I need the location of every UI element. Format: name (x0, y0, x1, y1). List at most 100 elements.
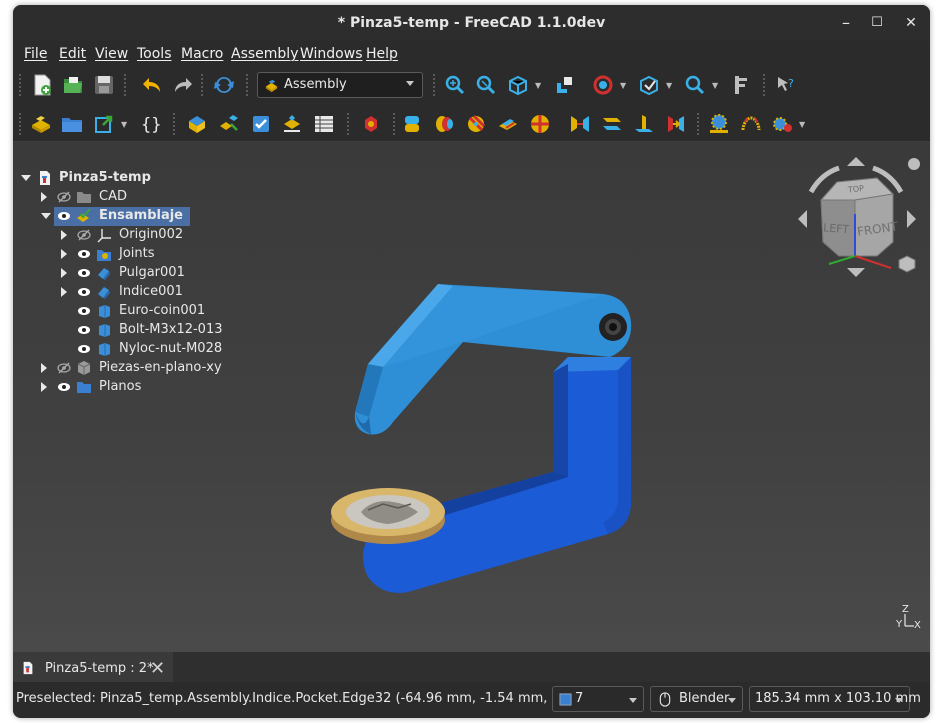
view-menu-cube-icon[interactable] (898, 255, 916, 273)
distance-joint-icon[interactable] (568, 112, 592, 136)
visibility-visible-icon[interactable] (77, 267, 91, 279)
dimensions-dropdown[interactable]: 185.34 mm x 103.10 mm (749, 686, 921, 712)
tree-item-pulgar[interactable]: Pulgar001 (61, 264, 221, 283)
visibility-visible-icon[interactable] (77, 248, 91, 260)
explode-icon[interactable] (359, 112, 383, 136)
export-icon[interactable] (93, 112, 117, 136)
3d-model[interactable] (313, 272, 643, 602)
navcube-top-label[interactable]: TOP (847, 184, 865, 195)
collapse-arrow-icon[interactable] (21, 175, 31, 181)
chevron-down-icon[interactable]: ▼ (620, 82, 628, 90)
visibility-visible-icon[interactable] (77, 286, 91, 298)
toggle-grounded-icon[interactable] (280, 112, 304, 136)
menu-file[interactable]: File (24, 46, 47, 62)
simulation-icon[interactable] (770, 112, 794, 136)
rotate-up-arrow-icon[interactable] (847, 157, 865, 166)
navigation-style-dropdown[interactable]: Blender (650, 686, 743, 712)
selection-count-dropdown[interactable]: 7 (552, 686, 644, 712)
tree-item-origin[interactable]: Origin002 (61, 226, 221, 245)
chevron-down-icon[interactable]: ▼ (799, 121, 807, 129)
visibility-visible-icon[interactable] (57, 381, 71, 393)
tree-item-indice[interactable]: Indice001 (61, 283, 221, 302)
visibility-hidden-icon[interactable] (57, 362, 71, 374)
menu-macro[interactable]: Macro (181, 46, 223, 62)
variable-braces-icon[interactable]: {} (138, 112, 162, 136)
whats-this-icon[interactable]: ? (774, 73, 798, 97)
chevron-down-icon[interactable]: ▼ (535, 82, 543, 90)
belt-joint-icon[interactable] (739, 112, 763, 136)
tree-item-root[interactable]: Pinza5-temp (21, 169, 181, 188)
chevron-down-icon[interactable]: ▼ (666, 82, 674, 90)
parallel-joint-icon[interactable] (600, 112, 624, 136)
tree-item-nyloc-nut[interactable]: Nyloc-nut-M028 (61, 340, 222, 359)
tree-item-piezas[interactable]: Piezas-en-plano-xy (41, 359, 222, 378)
expand-arrow-icon[interactable] (61, 287, 67, 297)
menu-view[interactable]: View (95, 46, 128, 62)
ball-joint-icon[interactable] (528, 112, 552, 136)
menu-tools[interactable]: Tools (137, 46, 172, 62)
menu-help[interactable]: Help (366, 46, 398, 62)
visibility-visible-icon[interactable] (77, 343, 91, 355)
close-button[interactable]: ✕ (901, 13, 921, 33)
menu-edit[interactable]: Edit (59, 46, 86, 62)
collapse-arrow-icon[interactable] (41, 213, 51, 219)
tree-item-ensamblaje[interactable]: Ensamblaje (41, 207, 201, 226)
tree-item-joints[interactable]: Joints (61, 245, 221, 264)
expand-arrow-icon[interactable] (61, 230, 67, 240)
navcube-left-label[interactable]: LEFT (823, 221, 850, 236)
tree-item-cad[interactable]: CAD (41, 188, 201, 207)
bill-of-materials-icon[interactable] (312, 112, 336, 136)
fixed-joint-icon[interactable] (400, 112, 424, 136)
isometric-view-icon[interactable] (506, 73, 530, 97)
bounding-box-icon[interactable] (637, 73, 661, 97)
euro-coin-part[interactable] (331, 488, 445, 544)
minimize-button[interactable]: – (836, 13, 856, 33)
rotate-left-arrow-icon[interactable] (798, 210, 807, 228)
rotate-down-arrow-icon[interactable] (847, 268, 865, 277)
rotate-right-arrow-icon[interactable] (907, 210, 916, 228)
visibility-visible-icon[interactable] (57, 210, 71, 222)
create-assembly-icon[interactable] (29, 112, 53, 136)
expand-arrow-icon[interactable] (41, 192, 47, 202)
expand-arrow-icon[interactable] (41, 363, 47, 373)
menu-windows[interactable]: Windows (300, 46, 363, 62)
cylindrical-joint-icon[interactable] (464, 112, 488, 136)
angle-joint-icon[interactable] (664, 112, 688, 136)
revolute-joint-icon[interactable] (432, 112, 456, 136)
tree-item-planos[interactable]: Planos (41, 378, 201, 397)
draw-style-icon[interactable] (591, 73, 615, 97)
chevron-down-icon[interactable]: ▼ (121, 121, 129, 129)
fit-selection-icon[interactable] (474, 73, 498, 97)
maximize-button[interactable]: ☐ (867, 13, 887, 33)
tab-pinza5-temp[interactable]: Pinza5-temp : 2* ✕ (13, 652, 173, 682)
navigation-cube[interactable]: TOP FRONT LEFT (793, 152, 923, 282)
expand-arrow-icon[interactable] (61, 268, 67, 278)
menu-assembly[interactable]: Assembly (231, 46, 298, 62)
3d-viewport[interactable]: Pinza5-temp CAD Ensamblaje Origin002 Joi… (13, 142, 930, 652)
visibility-hidden-icon[interactable] (77, 229, 91, 241)
solve-assembly-icon[interactable] (249, 112, 273, 136)
visibility-visible-icon[interactable] (77, 305, 91, 317)
fit-all-icon[interactable] (443, 73, 467, 97)
measure-pointer-icon[interactable] (552, 73, 576, 97)
measure-caliper-icon[interactable] (729, 73, 753, 97)
perpendicular-joint-icon[interactable] (632, 112, 656, 136)
insert-component-icon[interactable] (185, 112, 209, 136)
visibility-visible-icon[interactable] (77, 324, 91, 336)
nav-menu-dot-icon[interactable] (908, 158, 920, 170)
expand-arrow-icon[interactable] (41, 382, 47, 392)
tree-item-euro-coin[interactable]: Euro-coin001 (61, 302, 221, 321)
toolbar-grip[interactable] (19, 113, 23, 135)
expand-arrow-icon[interactable] (61, 249, 67, 259)
chevron-down-icon[interactable]: ▼ (712, 82, 720, 90)
chevron-down-icon (629, 698, 637, 703)
insert-new-part-icon[interactable] (217, 112, 241, 136)
visibility-hidden-icon[interactable] (57, 191, 71, 203)
slider-joint-icon[interactable] (496, 112, 520, 136)
tree-item-bolt[interactable]: Bolt-M3x12-013 (61, 321, 223, 340)
gears-joint-icon[interactable] (707, 112, 731, 136)
close-tab-icon[interactable]: ✕ (150, 658, 165, 679)
folder-icon[interactable] (60, 112, 84, 136)
link-part-icon (99, 343, 110, 356)
zoom-icon[interactable] (683, 73, 707, 97)
